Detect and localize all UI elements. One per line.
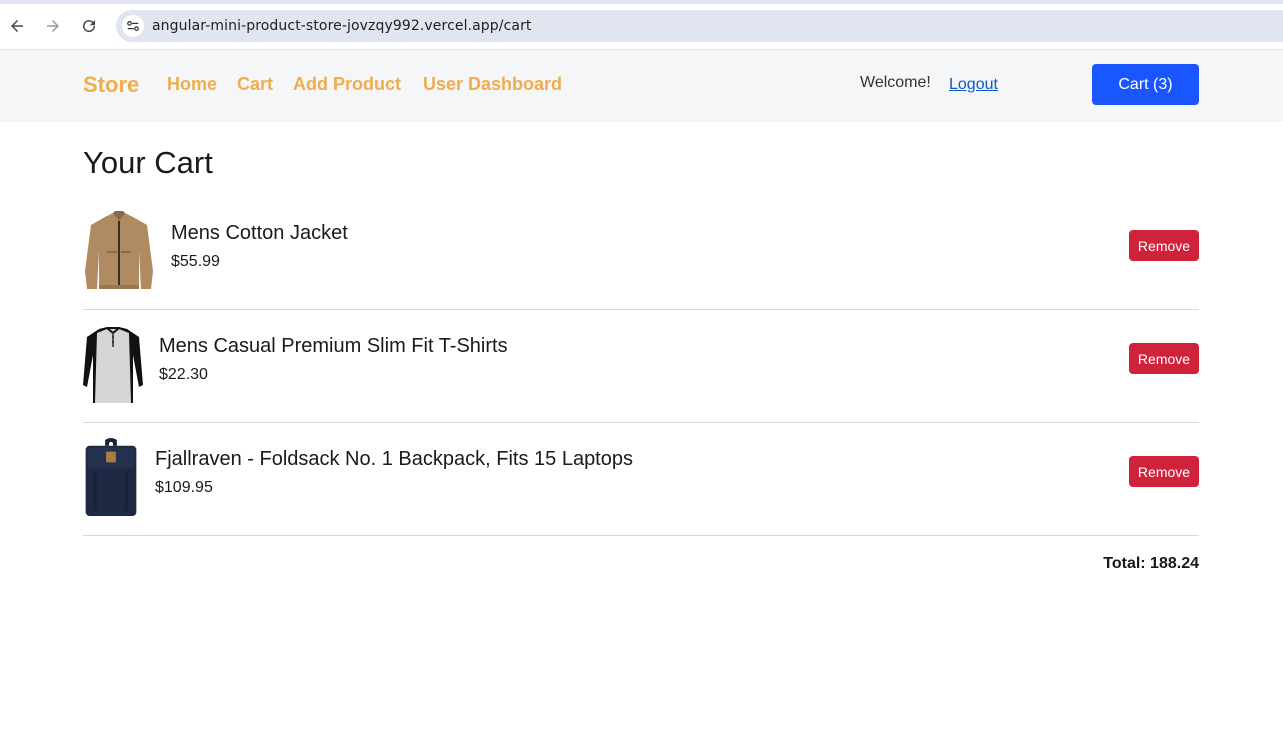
address-bar[interactable]: angular-mini-product-store-jovzqy992.ver… bbox=[116, 10, 1283, 42]
app-navbar: Store Home Cart Add Product User Dashboa… bbox=[0, 49, 1283, 120]
item-name: Mens Casual Premium Slim Fit T-Shirts bbox=[159, 335, 508, 357]
welcome-text: Welcome! bbox=[860, 74, 931, 91]
url-text[interactable]: angular-mini-product-store-jovzqy992.ver… bbox=[152, 18, 532, 34]
item-price: $55.99 bbox=[171, 253, 220, 270]
item-price: $22.30 bbox=[159, 366, 208, 383]
remove-button[interactable]: Remove bbox=[1129, 343, 1199, 374]
item-price: $109.95 bbox=[155, 479, 213, 496]
tshirt-image bbox=[83, 327, 143, 403]
remove-button[interactable]: Remove bbox=[1129, 230, 1199, 261]
back-arrow-icon[interactable] bbox=[5, 14, 29, 38]
reload-icon[interactable] bbox=[77, 14, 101, 38]
cart-item: Mens Casual Premium Slim Fit T-Shirts $2… bbox=[83, 310, 1199, 423]
page-title: Your Cart bbox=[83, 145, 213, 180]
forward-arrow-icon[interactable] bbox=[41, 14, 65, 38]
item-name: Mens Cotton Jacket bbox=[171, 222, 348, 244]
site-settings-icon[interactable] bbox=[122, 15, 144, 37]
brand-logo[interactable]: Store bbox=[83, 72, 139, 98]
cart-total: Total: 188.24 bbox=[1103, 555, 1199, 572]
nav-link-home[interactable]: Home bbox=[167, 74, 217, 95]
nav-link-user-dashboard[interactable]: User Dashboard bbox=[423, 74, 562, 95]
remove-button[interactable]: Remove bbox=[1129, 456, 1199, 487]
jacket-image bbox=[85, 211, 153, 289]
cart-item: Fjallraven - Foldsack No. 1 Backpack, Fi… bbox=[83, 423, 1199, 536]
item-name: Fjallraven - Foldsack No. 1 Backpack, Fi… bbox=[155, 448, 633, 470]
cart-item: Mens Cotton Jacket $55.99 Remove bbox=[83, 197, 1199, 310]
cart-button[interactable]: Cart (3) bbox=[1092, 64, 1199, 105]
logout-link[interactable]: Logout bbox=[949, 76, 998, 94]
nav-link-add-product[interactable]: Add Product bbox=[293, 74, 401, 95]
backpack-image bbox=[85, 438, 137, 517]
nav-link-cart[interactable]: Cart bbox=[237, 74, 273, 95]
browser-toolbar: angular-mini-product-store-jovzqy992.ver… bbox=[0, 4, 1283, 48]
